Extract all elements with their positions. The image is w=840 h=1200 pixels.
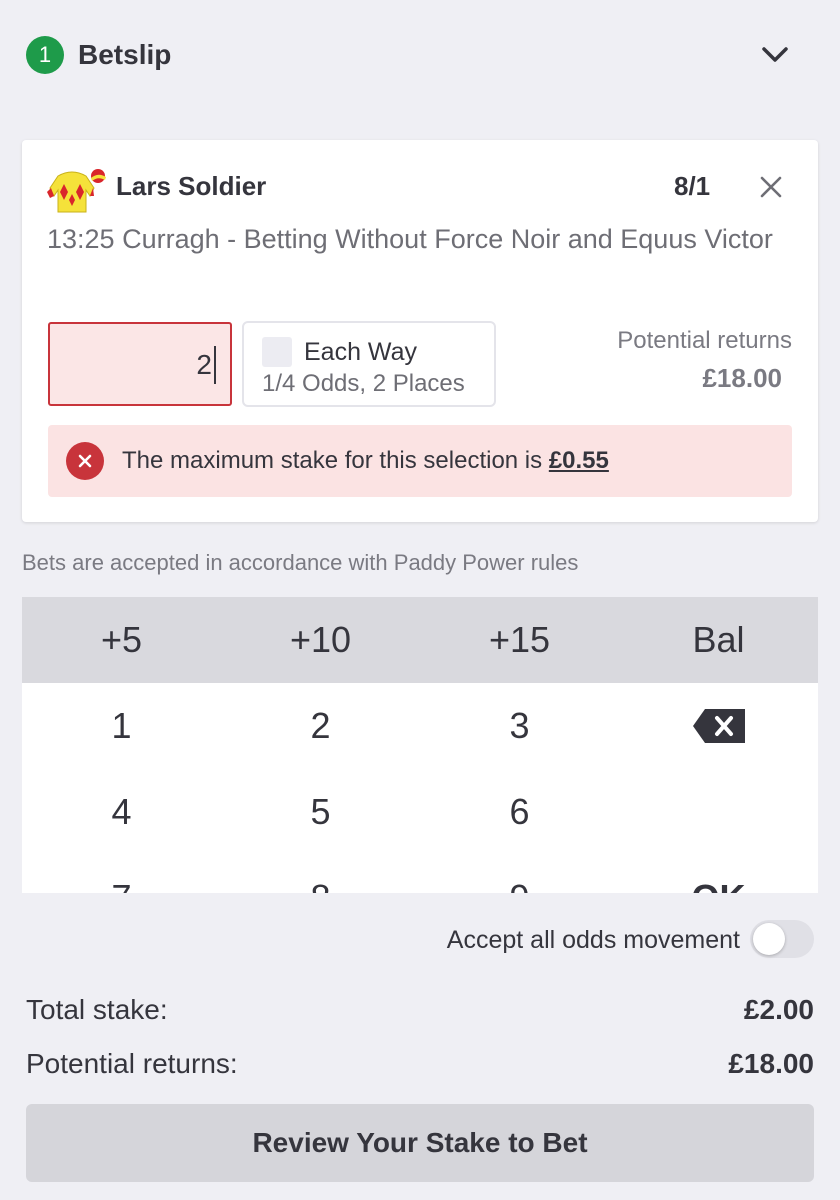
- jockey-silks-icon: [47, 169, 106, 213]
- bet-count-badge: 1: [26, 36, 64, 74]
- accept-odds-label: Accept all odds movement: [446, 926, 740, 954]
- key-empty: [619, 769, 818, 855]
- key-3[interactable]: 3: [420, 683, 619, 769]
- key-8[interactable]: 8: [221, 855, 420, 893]
- each-way-label: Each Way: [304, 338, 418, 366]
- key-1[interactable]: 1: [22, 683, 221, 769]
- market-description: 13:25 Curragh - Betting Without Force No…: [47, 224, 773, 254]
- potential-returns-value: £18.00: [702, 363, 782, 393]
- error-message: The maximum stake for this selection is …: [122, 446, 609, 476]
- keypad-row-3: 7 8 9 OK: [22, 855, 818, 893]
- total-stake-label: Total stake:: [26, 994, 168, 1025]
- betslip-page: 1 Betslip Lars Soldier 8/1 13:25 Curragh…: [0, 0, 840, 1200]
- runner-name: Lars Soldier: [116, 171, 267, 201]
- selection-card: Lars Soldier 8/1 13:25 Curragh - Betting…: [22, 140, 818, 522]
- max-stake-error: The maximum stake for this selection is …: [48, 425, 792, 497]
- quick-stake-plus5[interactable]: +5: [22, 597, 221, 683]
- stake-keypad: +5 +10 +15 Bal 1 2 3 4 5 6 7 8 9: [22, 597, 818, 893]
- collapse-button[interactable]: [756, 38, 794, 72]
- keypad-row-1: 1 2 3: [22, 683, 818, 769]
- error-icon: [66, 442, 104, 480]
- backspace-icon: [692, 709, 745, 743]
- total-returns-value: £18.00: [728, 1048, 814, 1079]
- stake-value: 2: [196, 349, 212, 380]
- key-2[interactable]: 2: [221, 683, 420, 769]
- keypad-row-2: 4 5 6: [22, 769, 818, 855]
- accept-odds-toggle[interactable]: [750, 920, 814, 958]
- max-stake-link[interactable]: £0.55: [549, 447, 609, 474]
- key-5[interactable]: 5: [221, 769, 420, 855]
- each-way-terms: 1/4 Odds, 2 Places: [262, 370, 465, 397]
- backspace-key[interactable]: [619, 683, 818, 769]
- quick-stake-row: +5 +10 +15 Bal: [22, 597, 818, 683]
- betslip-header[interactable]: 1 Betslip: [0, 0, 840, 108]
- selection-odds: 8/1: [674, 171, 711, 201]
- review-stake-button[interactable]: Review Your Stake to Bet: [26, 1104, 814, 1182]
- key-6[interactable]: 6: [420, 769, 619, 855]
- key-9[interactable]: 9: [420, 855, 619, 893]
- each-way-checkbox[interactable]: [262, 337, 292, 367]
- key-4[interactable]: 4: [22, 769, 221, 855]
- total-stake-value: £2.00: [743, 994, 814, 1025]
- error-message-text: The maximum stake for this selection is: [122, 447, 549, 474]
- chevron-down-icon: [762, 47, 788, 62]
- close-icon: [760, 176, 782, 198]
- each-way-toggle[interactable]: Each Way 1/4 Odds, 2 Places: [242, 321, 496, 407]
- quick-stake-balance[interactable]: Bal: [619, 597, 818, 683]
- potential-returns-label: Potential returns: [617, 327, 792, 354]
- quick-stake-plus15[interactable]: +15: [420, 597, 619, 683]
- betslip-title: Betslip: [78, 39, 172, 70]
- text-cursor: [214, 346, 216, 384]
- toggle-knob: [753, 923, 785, 955]
- quick-stake-plus10[interactable]: +10: [221, 597, 420, 683]
- remove-selection-button[interactable]: [756, 172, 786, 202]
- key-7[interactable]: 7: [22, 855, 221, 893]
- ok-key[interactable]: OK: [619, 855, 818, 893]
- rules-note: Bets are accepted in accordance with Pad…: [22, 550, 579, 575]
- stake-input[interactable]: 2: [48, 322, 232, 406]
- total-returns-label: Potential returns:: [26, 1048, 238, 1079]
